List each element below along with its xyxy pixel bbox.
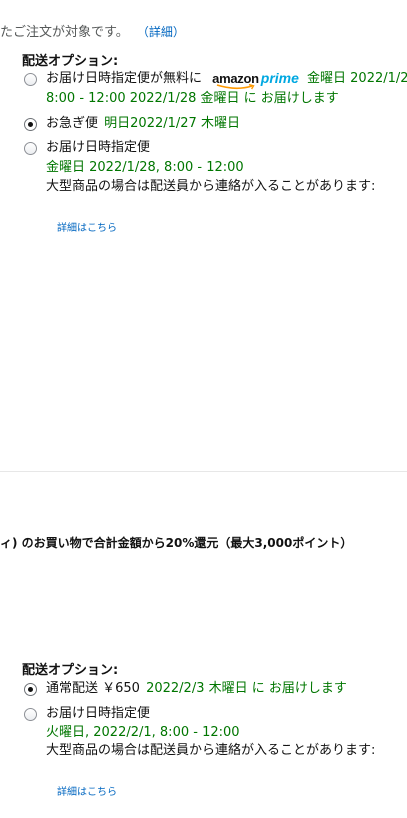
section1-option-datetime-delivery: 金曜日 2022/1/28, 8:00 - 12:00: [46, 160, 244, 175]
section1-option-prime[interactable]: お届け日時指定便が無料に amazonprime 金曜日 2022/1/28,: [46, 69, 407, 90]
section2-radio-standard[interactable]: [24, 683, 37, 696]
section1-option-prime-label: お届け日時指定便が無料に: [46, 71, 203, 86]
section2-option-standard[interactable]: 通常配送 ￥650 2022/2/3 木曜日 に お届けします: [46, 679, 347, 699]
section1-radio-datetime[interactable]: [24, 142, 37, 155]
top-note: たご注文が対象です。 （詳細）: [0, 21, 185, 40]
section2-details-link[interactable]: 詳細はこちら: [57, 783, 117, 798]
promo-text: ィ) のお買い物で合計金額から20%還元（最大3,000ポイント）: [0, 536, 353, 550]
section1-label: 配送オプション:: [22, 54, 119, 69]
section2-option-standard-label: 通常配送 ￥650: [46, 681, 140, 696]
section1-option-prime-delivery1: 金曜日 2022/1/28,: [307, 71, 407, 86]
section2-option-datetime-label[interactable]: お届け日時指定便: [46, 704, 150, 724]
amazon-prime-logo: amazon prime: [212, 71, 299, 90]
section1-option-prime-delivery2: 8:00 - 12:00 2022/1/28 金曜日 に お届けします: [46, 91, 339, 106]
section2-option-datetime-delivery: 火曜日, 2022/2/1, 8:00 - 12:00: [46, 725, 240, 740]
section2-radio-datetime[interactable]: [24, 708, 37, 721]
section1-option-express-delivery: 明日2022/1/27 木曜日: [104, 116, 240, 131]
section1-option-datetime-note: 大型商品の場合は配送員から連絡が入ることがあります:: [46, 179, 376, 194]
top-details-link[interactable]: （詳細）: [137, 25, 185, 39]
section1-radio-express[interactable]: [24, 118, 37, 131]
section2-option-datetime-note: 大型商品の場合は配送員から連絡が入ることがあります:: [46, 743, 376, 758]
section-divider: [0, 471, 407, 472]
section1-option-express-label: お急ぎ便: [46, 116, 99, 131]
top-note-text: たご注文が対象です。: [0, 25, 129, 40]
section1-option-express[interactable]: お急ぎ便 明日2022/1/27 木曜日: [46, 114, 240, 134]
section2-option-standard-delivery: 2022/2/3 木曜日 に お届けします: [146, 681, 347, 696]
section1-radio-prime[interactable]: [24, 73, 37, 86]
section1-details-link[interactable]: 詳細はこちら: [57, 219, 117, 234]
section2-label: 配送オプション:: [22, 663, 119, 678]
section1-option-datetime-label[interactable]: お届け日時指定便: [46, 138, 150, 158]
